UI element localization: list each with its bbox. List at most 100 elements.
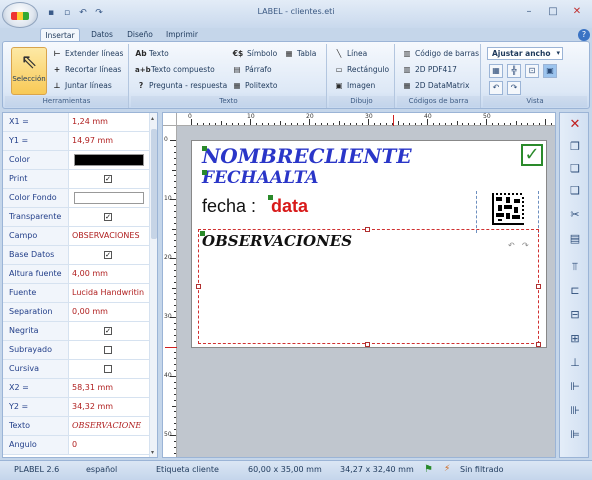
linea-button[interactable]: ╲ Línea — [333, 47, 368, 61]
property-row[interactable]: X1 = 1,24 mm — [3, 113, 149, 132]
canvas-area[interactable]: 0 10 20 30 40 50 0 10 20 30 40 50 NOMBRECLIENTE FE… — [162, 112, 556, 458]
ajustar-ancho-dropdown[interactable]: Ajustar ancho ▾ — [487, 47, 563, 60]
filter-funnel-icon[interactable]: ⚑ — [424, 464, 433, 475]
maximize-button[interactable]: □ — [542, 4, 564, 20]
recortar-lineas-button[interactable]: + Recortar líneas — [51, 63, 121, 77]
align-center-h-icon[interactable]: ⊞ — [566, 331, 584, 347]
property-value[interactable]: 58,31 mm — [72, 379, 148, 397]
resize-handle[interactable] — [365, 227, 370, 232]
property-row[interactable]: Fuente Lucida Handwritin — [3, 284, 149, 303]
scrollbar-thumb[interactable] — [151, 129, 157, 239]
property-value[interactable]: 0,00 mm — [72, 303, 148, 321]
align-bottom-icon[interactable]: ⊥ — [566, 355, 584, 371]
tab-imprimir[interactable]: Imprimir — [162, 28, 202, 42]
rectangulo-button[interactable]: ▭ Rectángulo — [333, 63, 389, 77]
property-row[interactable]: Separation 0,00 mm — [3, 303, 149, 322]
color-swatch[interactable] — [74, 154, 144, 166]
property-value[interactable]: 34,32 mm — [72, 398, 148, 416]
property-checkbox[interactable]: ✓ — [104, 327, 112, 335]
delete-icon[interactable]: ✕ — [566, 117, 584, 133]
rotate-left-icon[interactable]: ↶ — [489, 81, 503, 95]
field-nombrecliente[interactable]: NOMBRECLIENTE — [202, 144, 412, 168]
tab-insertar[interactable]: Insertar — [40, 28, 80, 42]
zoom-page-icon[interactable]: ⊡ — [525, 64, 539, 78]
property-value[interactable]: OBSERVACIONE — [72, 417, 148, 435]
tab-diseno[interactable]: Diseño — [122, 28, 158, 42]
resize-handle[interactable] — [536, 342, 541, 347]
label-page[interactable]: NOMBRECLIENTE FECHAALTA ✓ fecha : data O… — [191, 140, 547, 348]
pregunta-respuesta-button[interactable]: ? Pregunta - respuesta — [135, 79, 227, 93]
color-swatch[interactable] — [74, 192, 144, 204]
field-observaciones[interactable]: OBSERVACIONES — [202, 232, 352, 250]
property-row[interactable]: Angulo 0 — [3, 436, 149, 455]
guides-icon[interactable]: ╬ — [507, 64, 521, 78]
simbolo-button[interactable]: €$ Símbolo — [231, 47, 277, 61]
politexto-button[interactable]: ▦ Politexto — [231, 79, 277, 93]
property-row[interactable]: Cursiva — [3, 360, 149, 379]
extender-lineas-button[interactable]: ⊢ Extender líneas — [51, 47, 124, 61]
property-row[interactable]: Altura fuente 4,00 mm — [3, 265, 149, 284]
texto-button[interactable]: Ab Texto — [135, 47, 168, 61]
texto-compuesto-button[interactable]: a+bTexto compuesto — [135, 63, 215, 77]
property-row[interactable]: Y2 = 34,32 mm — [3, 398, 149, 417]
property-value[interactable]: 1,24 mm — [72, 113, 148, 131]
field-fechaalta[interactable]: FECHAALTA — [202, 168, 318, 188]
property-value[interactable]: 0 — [72, 436, 148, 454]
property-row[interactable]: X2 = 58,31 mm — [3, 379, 149, 398]
parrafo-button[interactable]: ▤ Párrafo — [231, 63, 271, 77]
pdf417-button[interactable]: ▥ 2D PDF417 — [401, 63, 456, 77]
minimize-button[interactable]: – — [518, 4, 540, 20]
property-value[interactable]: 14,97 mm — [72, 132, 148, 150]
imagen-button[interactable]: ▣ Imagen — [333, 79, 375, 93]
property-row[interactable]: Campo OBSERVACIONES — [3, 227, 149, 246]
help-icon[interactable]: ? — [578, 29, 590, 41]
property-row[interactable]: Print ✓ — [3, 170, 149, 189]
close-button[interactable]: ✕ — [566, 4, 588, 20]
rotate-right-icon[interactable]: ↷ — [507, 81, 521, 95]
paste-icon[interactable]: ▤ — [566, 231, 584, 247]
resize-handle[interactable] — [196, 284, 201, 289]
property-value[interactable]: 4,00 mm — [72, 265, 148, 283]
property-checkbox[interactable] — [104, 346, 112, 354]
view-layout-icon[interactable]: ▣ — [543, 64, 557, 78]
property-checkbox[interactable] — [104, 365, 112, 373]
tab-datos[interactable]: Datos — [84, 28, 120, 42]
grid-icon[interactable]: ▦ — [489, 64, 503, 78]
datamatrix-button[interactable]: ▦ 2D DataMatrix — [401, 79, 469, 93]
resize-handle[interactable] — [365, 342, 370, 347]
property-value[interactable]: Lucida Handwritin — [72, 284, 148, 302]
property-checkbox[interactable]: ✓ — [104, 213, 112, 221]
same-size-icon[interactable]: ⊫ — [566, 427, 584, 443]
property-row[interactable]: Negrita ✓ — [3, 322, 149, 341]
distribute-v-icon[interactable]: ⊪ — [566, 403, 584, 419]
property-checkbox[interactable]: ✓ — [104, 251, 112, 259]
duplicate-icon[interactable]: ❏ — [566, 161, 584, 177]
property-row[interactable]: Texto OBSERVACIONE — [3, 417, 149, 436]
distribute-h-icon[interactable]: ⊩ — [566, 379, 584, 395]
property-row[interactable]: Color — [3, 151, 149, 170]
paste-format-icon[interactable]: ❑ — [566, 183, 584, 199]
datamatrix-barcode[interactable] — [492, 193, 524, 225]
properties-scrollbar[interactable]: ▴ ▾ — [149, 113, 157, 457]
property-row[interactable]: Subrayado — [3, 341, 149, 360]
fecha-text[interactable]: fecha : — [202, 196, 256, 217]
cut-icon[interactable]: ✂ — [566, 207, 584, 223]
seleccion-button[interactable]: ⇖ Selección — [11, 47, 47, 95]
juntar-lineas-button[interactable]: ⊥ Juntar líneas — [51, 79, 112, 93]
scroll-up-icon[interactable]: ▴ — [151, 115, 157, 122]
copy-icon[interactable]: ❐ — [566, 139, 584, 155]
align-center-v-icon[interactable]: ⊟ — [566, 307, 584, 323]
property-row[interactable]: Y1 = 14,97 mm — [3, 132, 149, 151]
align-top-icon[interactable]: ⫪ — [566, 259, 584, 275]
resize-handle[interactable] — [536, 284, 541, 289]
property-row[interactable]: Base Datos ✓ — [3, 246, 149, 265]
checkbox-image[interactable]: ✓ — [521, 144, 543, 166]
property-row[interactable]: Transparente ✓ — [3, 208, 149, 227]
property-row[interactable]: Color Fondo — [3, 189, 149, 208]
data-text[interactable]: data — [271, 196, 308, 217]
tabla-button[interactable]: ▦ Tabla — [283, 47, 316, 61]
codigo-barras-button[interactable]: ▥ Código de barras — [401, 47, 479, 61]
scroll-down-icon[interactable]: ▾ — [151, 449, 157, 456]
property-checkbox[interactable]: ✓ — [104, 175, 112, 183]
align-left-icon[interactable]: ⊏ — [566, 283, 584, 299]
